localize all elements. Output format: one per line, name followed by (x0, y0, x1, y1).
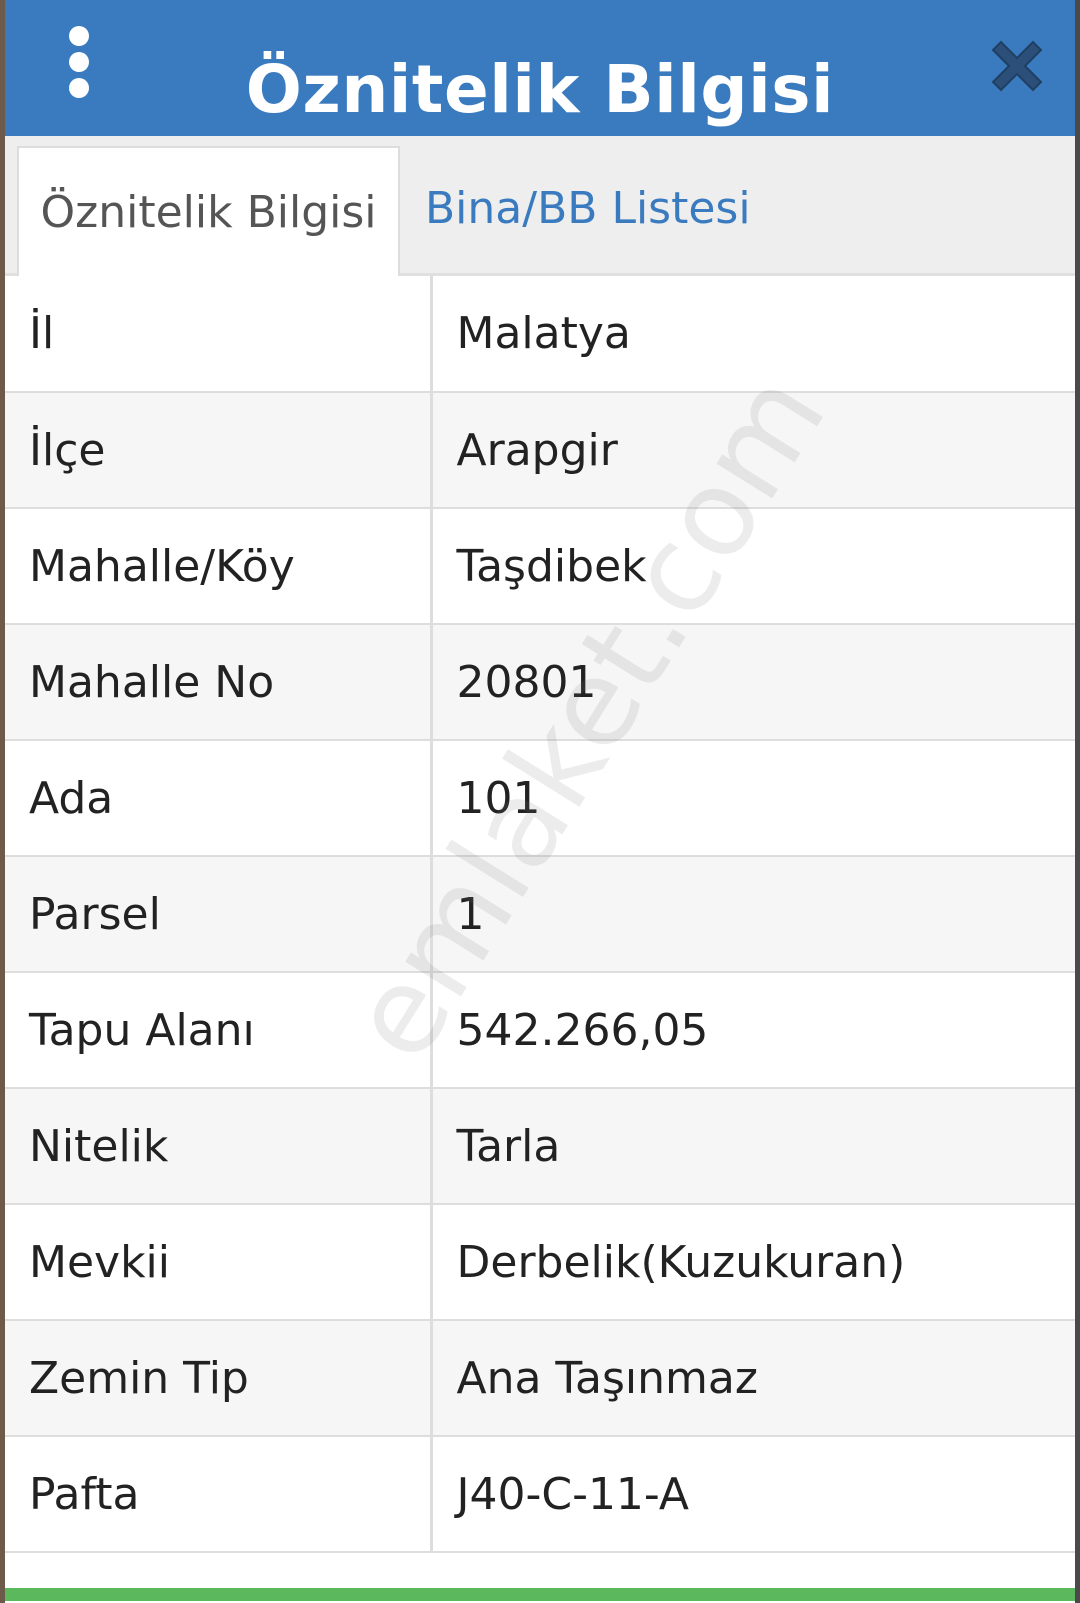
attribute-value: Malatya (431, 276, 1075, 393)
attribute-label: Mahalle/Köy (5, 508, 433, 625)
attribute-label: Parsel (5, 856, 433, 973)
attribute-label: Ada (5, 740, 433, 857)
tab-building-list[interactable]: Bina/BB Listesi (425, 146, 825, 276)
attribute-value: Ana Taşınmaz (431, 1320, 1075, 1437)
attribute-value: 542.266,05 (431, 972, 1075, 1089)
right-edge (1075, 0, 1080, 1603)
attribute-table-body: İl Malatya İlçe Arapgir Mahalle/Köy Taşdibek M… (5, 276, 1075, 1553)
attribute-label: Nitelik (5, 1088, 433, 1205)
attribute-value: 20801 (431, 624, 1075, 741)
attribute-value: Arapgir (431, 392, 1075, 509)
attribute-value: 101 (431, 740, 1075, 857)
attribute-label: İlçe (5, 392, 433, 509)
table-row: Mahalle No 20801 (5, 624, 1075, 741)
attribute-info-window: Öznitelik Bilgisi Öznitelik Bilgisi Bina… (0, 0, 1080, 1603)
table-row: Mahalle/Köy Taşdibek (5, 508, 1075, 625)
footer-accent-bar (5, 1588, 1075, 1601)
attribute-value: Tarla (431, 1088, 1075, 1205)
tab-bar: Öznitelik Bilgisi Bina/BB Listesi (5, 136, 1075, 276)
attribute-label: Pafta (5, 1436, 433, 1553)
attribute-value: Taşdibek (431, 508, 1075, 625)
table-row: İlçe Arapgir (5, 392, 1075, 509)
attribute-value: Derbelik(Kuzukuran) (431, 1204, 1075, 1321)
tab-attribute-info[interactable]: Öznitelik Bilgisi (17, 146, 400, 276)
attribute-label: İl (5, 276, 433, 393)
attribute-label: Tapu Alanı (5, 972, 433, 1089)
attribute-table: İl Malatya İlçe Arapgir Mahalle/Köy Taşdibek M… (5, 276, 1075, 1553)
table-row: Mevkii Derbelik(Kuzukuran) (5, 1204, 1075, 1321)
close-x-icon[interactable] (987, 36, 1047, 96)
table-row: Nitelik Tarla (5, 1088, 1075, 1205)
table-row: İl Malatya (5, 276, 1075, 393)
attribute-label: Mevkii (5, 1204, 433, 1321)
window-title: Öznitelik Bilgisi (245, 51, 835, 128)
attribute-value: J40-C-11-A (431, 1436, 1075, 1553)
attribute-label: Mahalle No (5, 624, 433, 741)
attribute-label: Zemin Tip (5, 1320, 433, 1437)
table-row: Pafta J40-C-11-A (5, 1436, 1075, 1553)
table-row: Ada 101 (5, 740, 1075, 857)
attribute-value: 1 (431, 856, 1075, 973)
table-row: Zemin Tip Ana Taşınmaz (5, 1320, 1075, 1437)
table-row: Tapu Alanı 542.266,05 (5, 972, 1075, 1089)
footer-spacer (5, 1572, 1075, 1588)
table-row: Parsel 1 (5, 856, 1075, 973)
window-header: Öznitelik Bilgisi (5, 0, 1075, 136)
